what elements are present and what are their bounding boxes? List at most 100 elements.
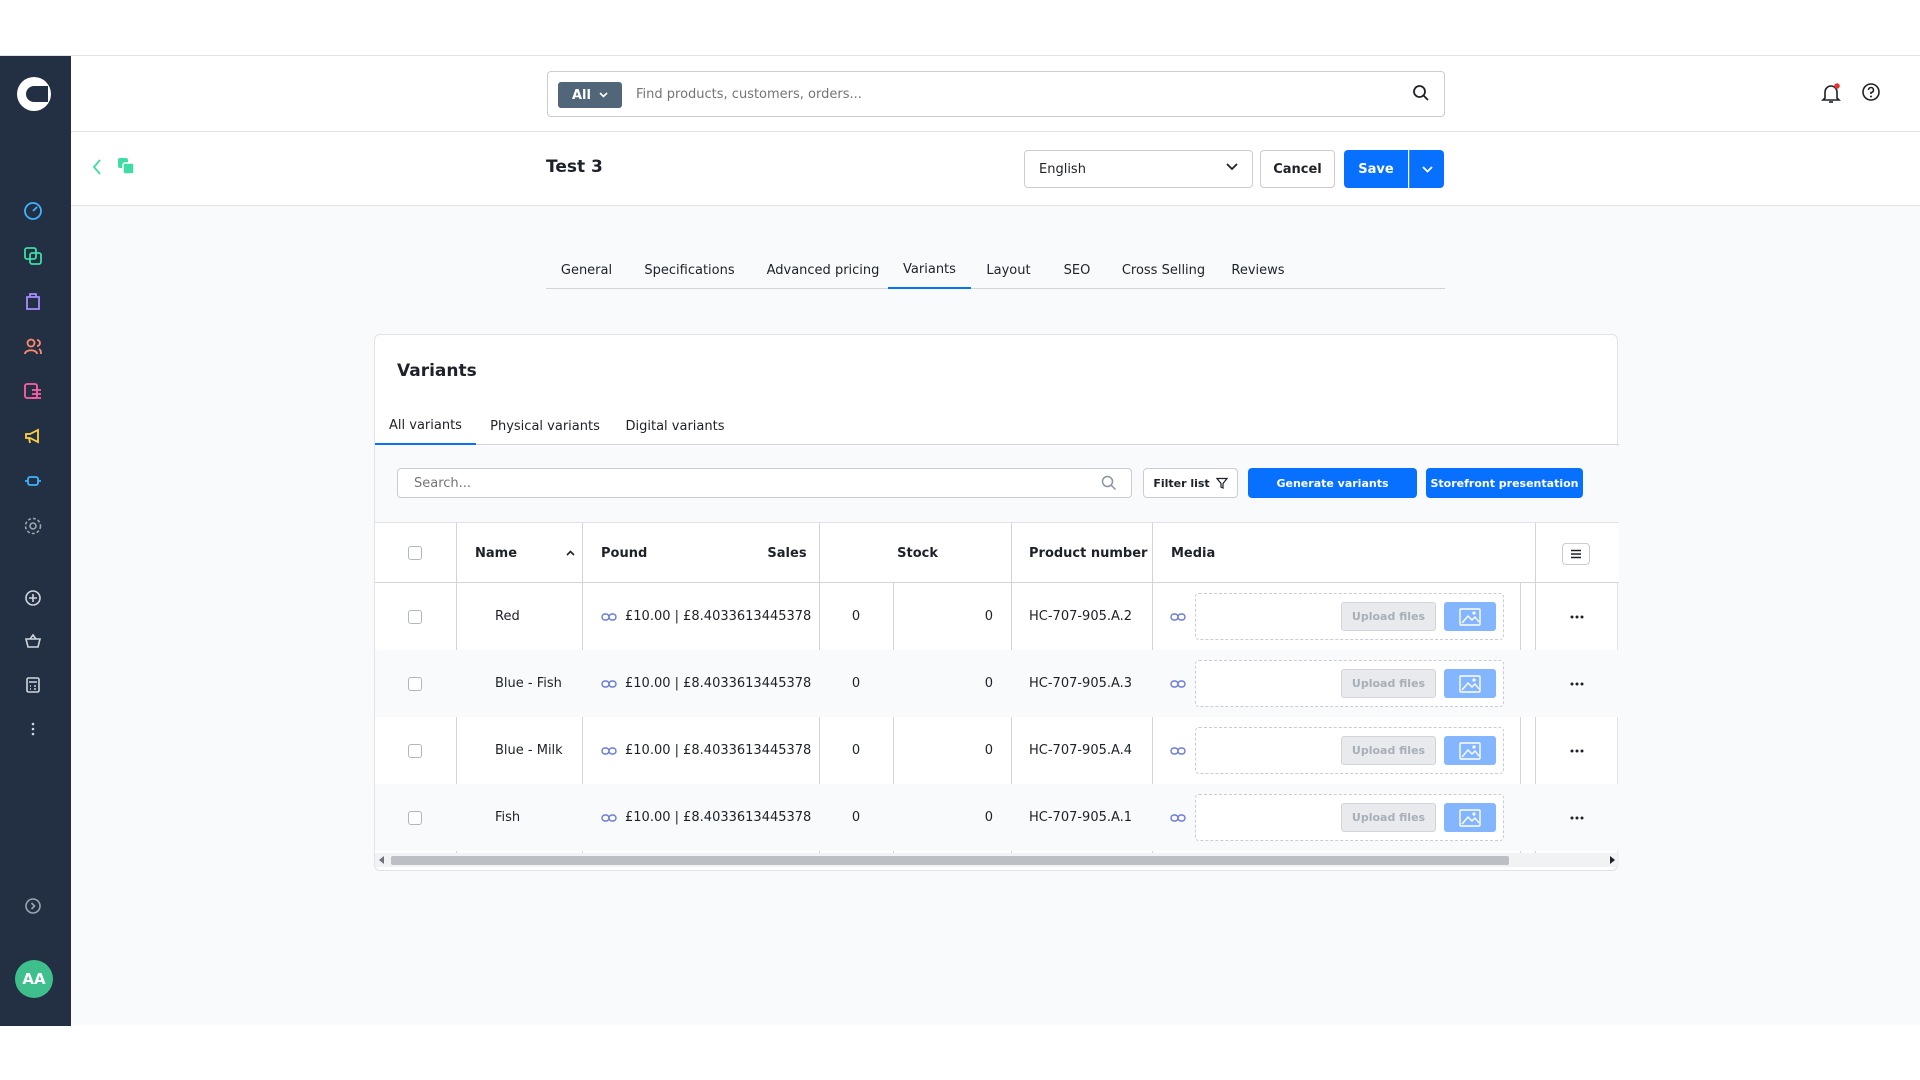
collapse-sidebar-icon[interactable] xyxy=(22,895,44,917)
tab-layout[interactable]: Layout xyxy=(971,251,1046,289)
scroll-right-icon[interactable] xyxy=(1609,856,1615,864)
column-pound[interactable]: Pound xyxy=(601,523,647,583)
media-library-button[interactable] xyxy=(1444,669,1496,698)
tab-physical-variants[interactable]: Physical variants xyxy=(476,407,614,445)
row-checkbox[interactable] xyxy=(408,676,422,691)
column-settings-button[interactable] xyxy=(1562,543,1590,565)
variant-name[interactable]: Blue - Milk xyxy=(495,717,563,784)
scrollbar-thumb[interactable] xyxy=(391,856,1509,865)
tab-reviews[interactable]: Reviews xyxy=(1219,251,1297,289)
search-type-dropdown[interactable]: All xyxy=(558,82,622,108)
media-library-button[interactable] xyxy=(1444,602,1496,631)
help-icon[interactable] xyxy=(1861,82,1881,106)
upload-files-button[interactable]: Upload files xyxy=(1341,602,1436,631)
scroll-left-icon[interactable] xyxy=(379,856,385,864)
media-upload-area[interactable]: Upload files xyxy=(1195,593,1504,640)
global-search-input[interactable] xyxy=(636,72,1396,116)
media-library-button[interactable] xyxy=(1444,736,1496,765)
horizontal-scrollbar[interactable] xyxy=(375,853,1619,867)
product-number-value[interactable]: HC-707-905.A.2 xyxy=(1029,583,1132,650)
upload-files-button[interactable]: Upload files xyxy=(1341,736,1436,765)
stock-value[interactable]: 0 xyxy=(893,717,993,784)
link-icon[interactable] xyxy=(1170,784,1186,851)
row-checkbox[interactable] xyxy=(408,810,422,825)
shopware-logo[interactable] xyxy=(17,77,51,111)
generate-variants-button[interactable]: Generate variants xyxy=(1248,468,1417,498)
price-cell[interactable]: £10.00 | £8.4033613445378 xyxy=(601,583,811,650)
link-icon[interactable] xyxy=(601,679,617,688)
settings-icon[interactable] xyxy=(22,515,44,537)
product-number-value[interactable]: HC-707-905.A.1 xyxy=(1029,784,1132,851)
dashboard-icon[interactable] xyxy=(22,200,44,222)
link-icon[interactable] xyxy=(1170,717,1186,784)
tab-cross-selling[interactable]: Cross Selling xyxy=(1108,251,1219,289)
notifications-bell-icon[interactable] xyxy=(1820,82,1842,108)
row-actions-icon[interactable] xyxy=(1570,583,1584,650)
variant-name[interactable]: Red xyxy=(495,583,520,650)
column-name[interactable]: Name xyxy=(475,523,575,583)
customers-icon[interactable] xyxy=(22,335,44,357)
row-checkbox[interactable] xyxy=(408,743,422,758)
link-icon[interactable] xyxy=(601,746,617,755)
column-sales[interactable]: Sales xyxy=(747,523,827,583)
tab-digital-variants[interactable]: Digital variants xyxy=(614,407,736,445)
cancel-button[interactable]: Cancel xyxy=(1260,150,1335,188)
calculator-icon[interactable] xyxy=(22,674,44,696)
save-options-button[interactable] xyxy=(1409,150,1444,188)
back-chevron-icon[interactable] xyxy=(91,158,103,180)
product-number-value[interactable]: HC-707-905.A.3 xyxy=(1029,650,1132,717)
content-icon[interactable] xyxy=(22,380,44,402)
save-button[interactable]: Save xyxy=(1344,150,1408,188)
link-icon[interactable] xyxy=(601,612,617,621)
link-icon[interactable] xyxy=(1170,650,1186,717)
column-product-number[interactable]: Product number xyxy=(1029,523,1147,583)
product-number-value[interactable]: HC-707-905.A.4 xyxy=(1029,717,1132,784)
link-icon[interactable] xyxy=(1170,583,1186,650)
more-icon[interactable] xyxy=(22,718,44,740)
table-row[interactable]: Red £10.00 | £8.4033613445378 0 0 HC-707… xyxy=(375,583,1619,650)
tab-seo[interactable]: SEO xyxy=(1046,251,1108,289)
storefront-presentation-button[interactable]: Storefront presentation xyxy=(1426,468,1583,498)
upload-files-button[interactable]: Upload files xyxy=(1341,669,1436,698)
language-select[interactable]: English xyxy=(1024,150,1253,188)
tab-advanced-pricing[interactable]: Advanced pricing xyxy=(752,251,894,289)
tab-general[interactable]: General xyxy=(546,251,627,289)
stock-value[interactable]: 0 xyxy=(893,650,993,717)
column-media[interactable]: Media xyxy=(1171,523,1215,583)
tab-variants[interactable]: Variants xyxy=(888,251,971,289)
price-cell[interactable]: £10.00 | £8.4033613445378 xyxy=(601,784,811,851)
table-row[interactable]: Blue - Fish £10.00 | £8.4033613445378 0 … xyxy=(375,650,1619,717)
row-checkbox[interactable] xyxy=(408,609,422,624)
stock-value[interactable]: 0 xyxy=(893,784,993,851)
select-all-checkbox[interactable] xyxy=(408,546,422,560)
media-upload-area[interactable]: Upload files xyxy=(1195,660,1504,707)
table-row[interactable]: Fish £10.00 | £8.4033613445378 0 0 HC-70… xyxy=(375,784,1619,851)
basket-icon[interactable] xyxy=(22,630,44,652)
media-library-button[interactable] xyxy=(1444,803,1496,832)
column-stock[interactable]: Stock xyxy=(839,523,938,583)
price-cell[interactable]: £10.00 | £8.4033613445378 xyxy=(601,717,811,784)
filter-list-button[interactable]: Filter list xyxy=(1143,468,1238,498)
search-icon[interactable] xyxy=(1412,84,1430,106)
stock-value[interactable]: 0 xyxy=(893,583,993,650)
orders-icon[interactable] xyxy=(22,290,44,312)
row-actions-icon[interactable] xyxy=(1570,717,1584,784)
variant-name[interactable]: Fish xyxy=(495,784,520,851)
marketing-icon[interactable] xyxy=(22,425,44,447)
media-upload-area[interactable]: Upload files xyxy=(1195,727,1504,774)
upload-files-button[interactable]: Upload files xyxy=(1341,803,1436,832)
tab-specifications[interactable]: Specifications xyxy=(627,251,752,289)
search-icon[interactable] xyxy=(1101,475,1117,495)
link-icon[interactable] xyxy=(601,813,617,822)
user-avatar[interactable]: AA xyxy=(15,960,53,998)
row-actions-icon[interactable] xyxy=(1570,784,1584,851)
price-cell[interactable]: £10.00 | £8.4033613445378 xyxy=(601,650,811,717)
catalogue-icon[interactable] xyxy=(22,245,44,267)
variant-name[interactable]: Blue - Fish xyxy=(495,650,562,717)
tab-all-variants[interactable]: All variants xyxy=(375,407,476,445)
variant-search-input[interactable] xyxy=(398,469,1088,497)
add-icon[interactable] xyxy=(22,587,44,609)
extensions-icon[interactable] xyxy=(22,470,44,492)
row-actions-icon[interactable] xyxy=(1570,650,1584,717)
table-row[interactable]: Blue - Milk £10.00 | £8.4033613445378 0 … xyxy=(375,717,1619,784)
